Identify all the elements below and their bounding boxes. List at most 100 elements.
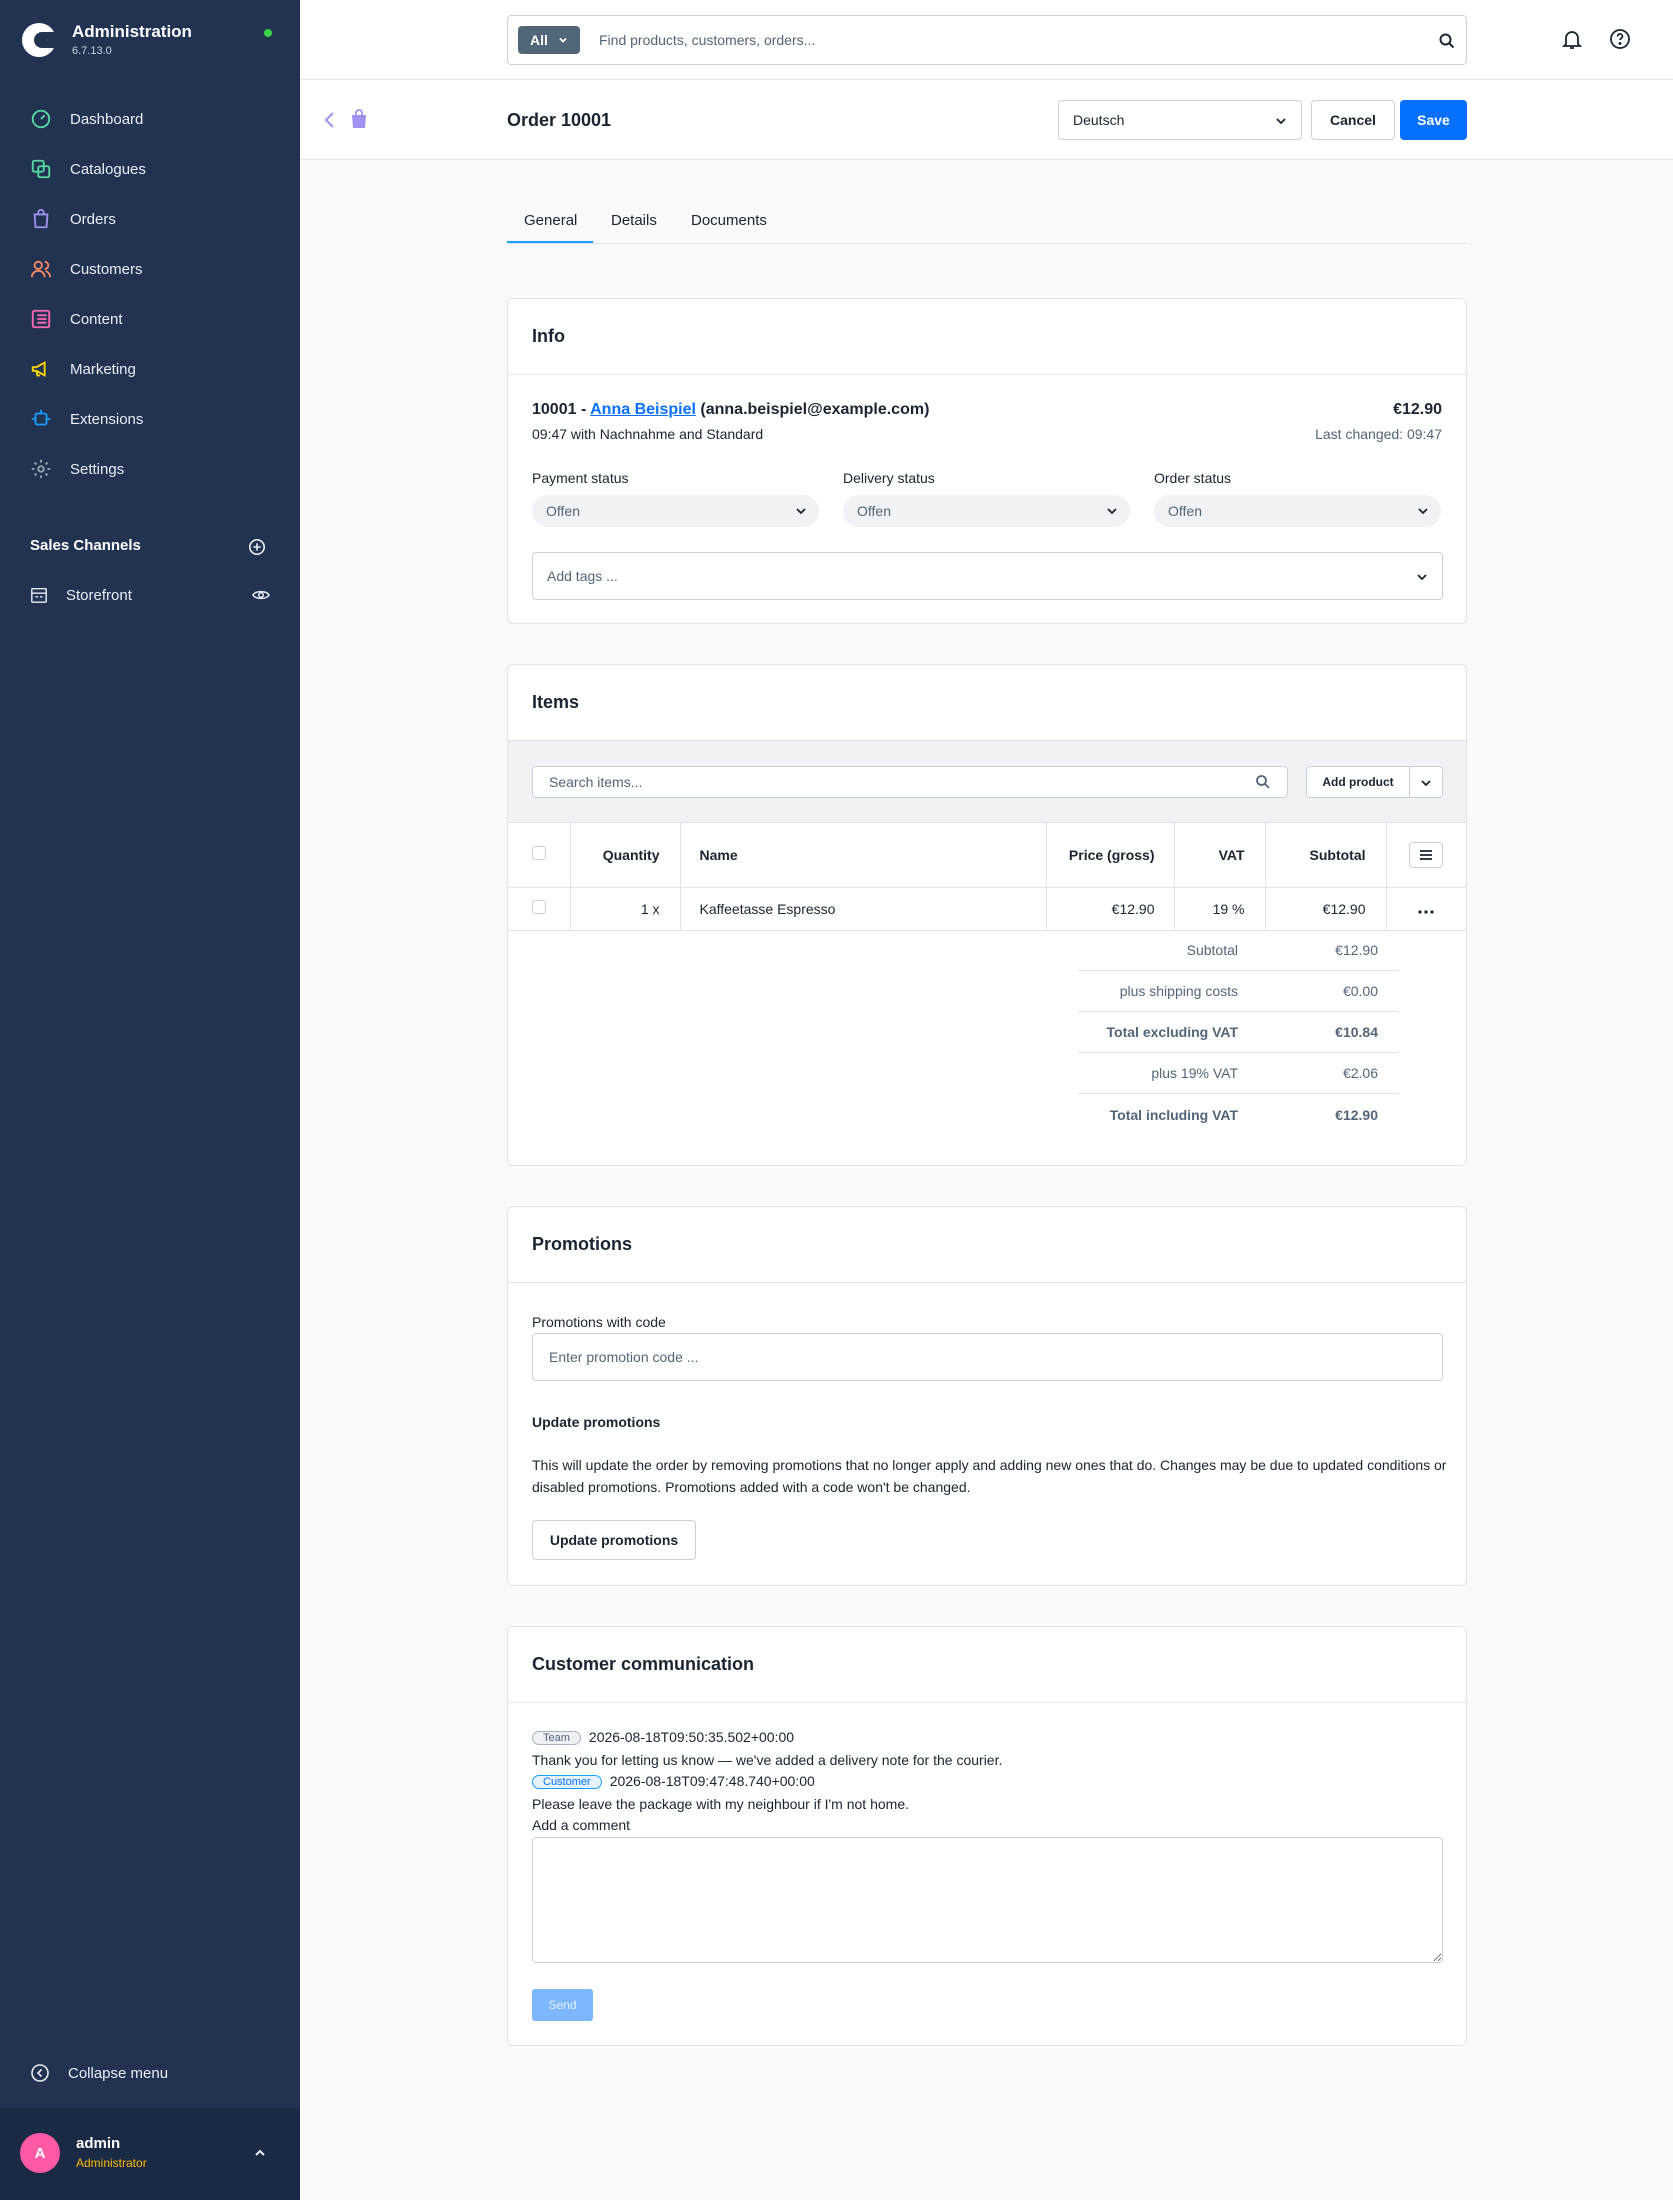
sidebar-item-settings[interactable]: Settings [0, 444, 300, 494]
sidebar-item-catalogues[interactable]: Catalogues [0, 144, 300, 194]
delivery-status-label: Delivery status [843, 470, 935, 486]
delivery-status-select[interactable]: Offen [843, 495, 1130, 527]
row-price[interactable]: €12.90 [1046, 887, 1175, 931]
promotion-code-input[interactable] [549, 1349, 1409, 1365]
storefront-label: Storefront [66, 586, 132, 604]
sidebar-item-storefront[interactable]: Storefront [0, 570, 300, 620]
cancel-button[interactable]: Cancel [1311, 100, 1395, 140]
sidebar-item-label: Extensions [70, 410, 144, 428]
more-actions-icon[interactable] [1418, 909, 1434, 914]
language-select[interactable]: Deutsch [1058, 100, 1302, 140]
tags-select[interactable]: Add tags ... [532, 552, 1443, 600]
save-button[interactable]: Save [1400, 100, 1467, 140]
order-status-select[interactable]: Offen [1154, 495, 1441, 527]
comment-textarea[interactable] [532, 1837, 1443, 1963]
update-promotions-button[interactable]: Update promotions [532, 1520, 696, 1560]
page-title: Order 10001 [507, 110, 612, 130]
user-role: Administrator [76, 2156, 147, 2170]
eye-icon[interactable] [252, 588, 270, 602]
tab-general[interactable]: General [524, 212, 577, 229]
column-name[interactable]: Name [680, 823, 1047, 888]
orders-icon [352, 109, 366, 128]
marketing-icon [31, 361, 46, 377]
sidebar-item-extensions[interactable]: Extensions [0, 394, 300, 444]
items-toolbar: Add product [508, 741, 1466, 823]
totals-label: plus shipping costs [1119, 983, 1238, 999]
chevron-down-icon [1417, 574, 1427, 581]
brand[interactable]: Administration 6.7.13.0 [22, 22, 192, 57]
search-icon[interactable] [1255, 774, 1271, 790]
items-card: Items Add product Quantity Name Price (g… [507, 664, 1467, 1166]
items-search [532, 766, 1288, 798]
language-value: Deutsch [1073, 112, 1125, 128]
table-header-row: Quantity Name Price (gross) VAT Subtotal [508, 823, 1466, 888]
avatar: A [20, 2133, 60, 2173]
items-card-title: Items [508, 665, 1466, 741]
settings-icon [31, 459, 51, 479]
order-status-value: Offen [1168, 503, 1202, 519]
order-totals: Subtotal €12.90 plus shipping costs €0.0… [1078, 930, 1398, 1135]
search-type-select[interactable]: All [518, 26, 580, 54]
add-sales-channel-icon[interactable] [248, 538, 266, 556]
global-search: All [507, 15, 1467, 65]
tab-details[interactable]: Details [611, 212, 657, 229]
update-promotions-description: This will update the order by removing p… [532, 1457, 1447, 1495]
tab-documents[interactable]: Documents [691, 212, 767, 229]
totals-label: Total including VAT [1109, 1106, 1238, 1123]
select-all-cell [508, 823, 571, 888]
sidebar-item-content[interactable]: Content [0, 294, 300, 344]
sidebar-item-orders[interactable]: Orders [0, 194, 300, 244]
promotions-card: Promotions Promotions with code Update p… [507, 1206, 1467, 1586]
totals-label: plus 19% VAT [1151, 1065, 1238, 1081]
payment-status-select[interactable]: Offen [532, 495, 819, 527]
row-name[interactable]: Kaffeetasse Espresso [680, 887, 1047, 931]
content-icon [31, 309, 51, 329]
column-settings-button[interactable] [1409, 841, 1444, 868]
row-vat[interactable]: 19 % [1174, 887, 1266, 931]
collapse-icon [31, 2064, 49, 2082]
delivery-status-value: Offen [857, 503, 891, 519]
smart-bar: Order 10001 Deutsch Cancel Save [300, 80, 1673, 160]
message-text: Thank you for letting us know — we've ad… [532, 1752, 1003, 1768]
row-quantity[interactable]: 1 x [570, 887, 681, 931]
sidebar-item-label: Marketing [70, 360, 136, 378]
message-header: Customer 2026-08-18T09:47:48.740+00:00 [532, 1773, 815, 1790]
hamburger-menu-icon [1420, 849, 1433, 860]
chevron-up-icon[interactable] [253, 2146, 267, 2160]
column-vat[interactable]: VAT [1174, 823, 1266, 888]
sidebar-item-marketing[interactable]: Marketing [0, 344, 300, 394]
totals-value: €10.84 [1335, 1024, 1378, 1040]
orders-icon [33, 208, 49, 229]
message-text: Please leave the package with my neighbo… [532, 1796, 909, 1812]
last-changed: Last changed: 09:47 [1315, 426, 1442, 442]
search-input[interactable] [599, 29, 1359, 51]
collapse-menu-button[interactable]: Collapse menu [30, 2063, 168, 2083]
table-row[interactable]: 1 x Kaffeetasse Espresso €12.90 19 % €12… [508, 887, 1466, 931]
column-price[interactable]: Price (gross) [1046, 823, 1175, 888]
column-quantity[interactable]: Quantity [570, 823, 681, 888]
chevron-down-icon [1421, 780, 1431, 787]
search-type-label: All [530, 32, 548, 48]
add-product-dropdown-button[interactable] [1409, 766, 1443, 798]
order-status-label: Order status [1154, 470, 1232, 486]
sidebar-item-customers[interactable]: Customers [0, 244, 300, 294]
row-checkbox[interactable] [531, 900, 546, 914]
select-all-checkbox[interactable] [531, 846, 546, 861]
user-bar[interactable]: A admin Administrator [0, 2108, 300, 2200]
back-chevron-icon[interactable] [322, 109, 338, 131]
items-search-input[interactable] [549, 774, 1229, 790]
bell-icon[interactable] [1560, 27, 1584, 51]
customer-link[interactable]: Anna Beispiel [590, 401, 696, 418]
topbar: All [300, 0, 1673, 80]
sidebar-item-dashboard[interactable]: Dashboard [0, 94, 300, 144]
send-button[interactable]: Send [532, 1989, 593, 2021]
totals-value: €2.06 [1342, 1065, 1378, 1081]
promotions-card-title: Promotions [508, 1207, 1466, 1283]
search-icon[interactable] [1438, 32, 1456, 50]
help-icon[interactable] [1608, 27, 1632, 51]
column-subtotal[interactable]: Subtotal [1265, 823, 1387, 888]
add-product-button[interactable]: Add product [1306, 766, 1410, 798]
role-badge: Customer [532, 1775, 602, 1790]
catalogue-icon [31, 159, 51, 179]
totals-excluding-vat: Total excluding VAT €10.84 [1078, 1012, 1398, 1053]
